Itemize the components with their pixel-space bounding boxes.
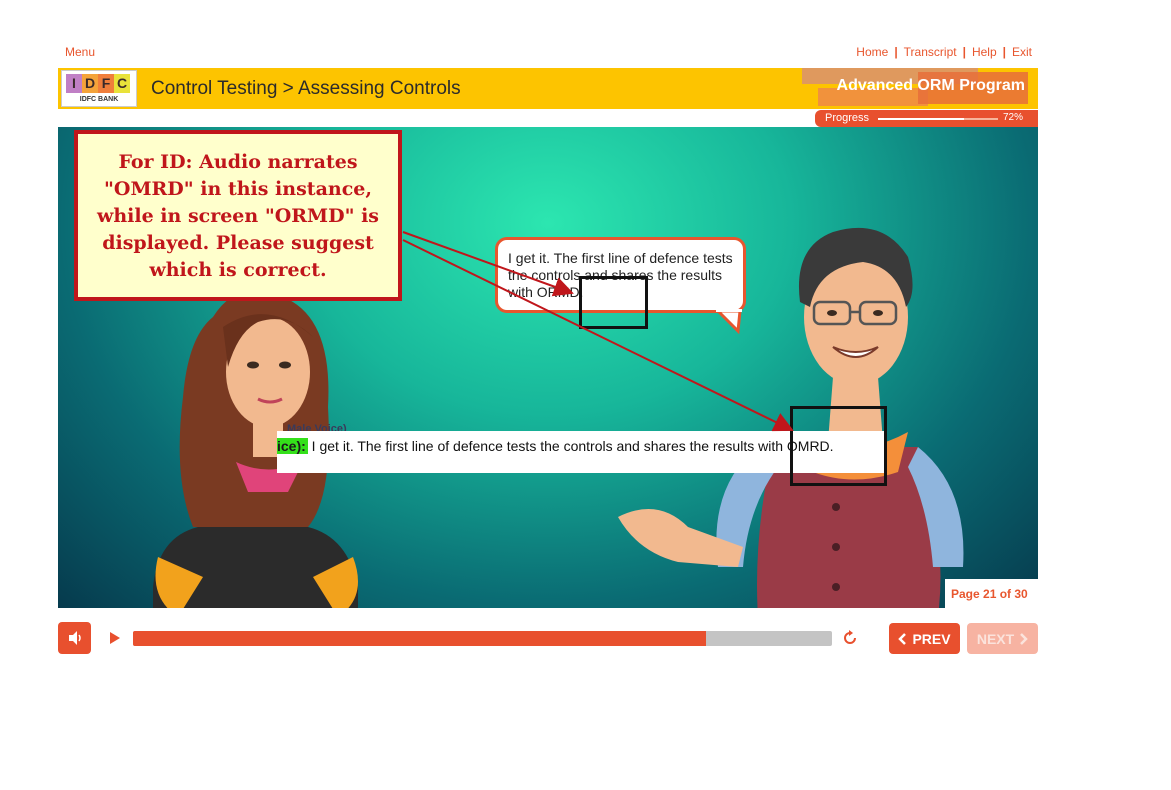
logo-letter: D	[82, 74, 98, 93]
program-title: Advanced ORM Program	[836, 77, 1025, 94]
logo-letter: C	[114, 74, 130, 93]
progress-fill	[878, 118, 965, 120]
highlight-box-transcript	[790, 406, 887, 486]
progress-percent: 72%	[1002, 112, 1023, 123]
transcript-text: I get it. The first line of defence test…	[307, 438, 834, 454]
logo-subtitle: IDFC BANK	[79, 96, 119, 103]
page-indicator: Page 21 of 30	[945, 579, 1038, 608]
exit-link[interactable]: Exit	[1012, 45, 1032, 59]
separator: |	[1002, 45, 1006, 59]
logo-letter: F	[98, 74, 114, 93]
speaker-icon	[68, 631, 81, 645]
home-link[interactable]: Home	[856, 45, 888, 59]
help-link[interactable]: Help	[972, 45, 997, 59]
speech-bubble-tail	[716, 309, 742, 335]
course-header: I D F C IDFC BANK Control Testing > Asse…	[58, 68, 1038, 109]
breadcrumb: Control Testing > Assessing Controls	[151, 78, 461, 99]
next-button[interactable]: NEXT	[967, 623, 1038, 654]
chevron-left-icon	[898, 632, 907, 645]
replay-button[interactable]	[841, 629, 859, 652]
chevron-right-icon	[1020, 632, 1028, 645]
transcript-speaker: ice):	[277, 438, 308, 454]
course-progress: Progress 72%	[815, 110, 1038, 127]
progress-track	[878, 118, 998, 120]
logo-letter: I	[66, 74, 82, 93]
replay-icon	[844, 630, 856, 644]
prev-label: PREV	[912, 630, 951, 647]
top-nav: Home | Transcript | Help | Exit	[856, 45, 1032, 59]
play-icon	[110, 632, 120, 644]
idfc-logo: I D F C IDFC BANK	[61, 70, 137, 107]
play-button[interactable]	[108, 630, 122, 651]
transcript-link[interactable]: Transcript	[904, 45, 957, 59]
separator: |	[894, 45, 898, 59]
next-label: NEXT	[976, 630, 1015, 647]
audio-seek-bar[interactable]	[133, 631, 832, 646]
highlight-box-bubble	[579, 276, 648, 329]
menu-link[interactable]: Menu	[65, 45, 95, 59]
volume-button[interactable]	[58, 622, 91, 654]
separator: |	[962, 45, 966, 59]
review-comment-note: For ID: Audio narrates "OMRD" in this in…	[74, 130, 402, 301]
prev-button[interactable]: PREV	[889, 623, 960, 654]
progress-label: Progress	[825, 112, 870, 124]
audio-seek-fill	[133, 631, 707, 646]
